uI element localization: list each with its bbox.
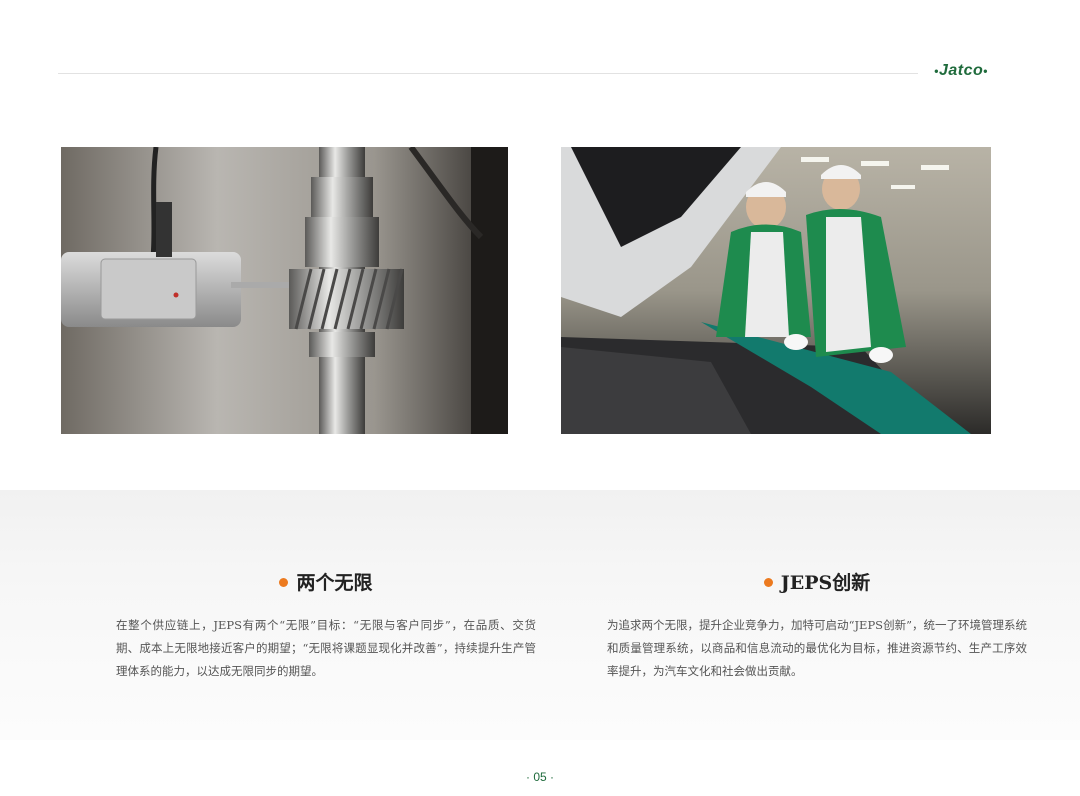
engineers-illustration	[561, 147, 991, 434]
page-number: · 05 ·	[525, 770, 555, 784]
section-two-infinities: 两个无限 在整个供应链上，JEPS有两个“无限”目标：“无限与客户同步”，在品质…	[116, 570, 536, 683]
section-body: 为追求两个无限，提升企业竞争力，加特可启动“JEPS创新”，统一了环境管理系统和…	[607, 618, 1027, 678]
gear-inspection-illustration	[61, 147, 508, 434]
section-body: 在整个供应链上，JEPS有两个“无限”目标：“无限与客户同步”，在品质、交货期、…	[116, 618, 536, 678]
section-title: JEPS创新	[607, 570, 1027, 596]
orange-bullet-icon	[763, 577, 773, 587]
section-jeps-innovation: JEPS创新 为追求两个无限，提升企业竞争力，加特可启动“JEPS创新”，统一了…	[607, 570, 1027, 683]
photo-gear-inspection	[61, 147, 508, 434]
header-divider	[58, 73, 918, 74]
orange-bullet-icon	[279, 577, 289, 587]
section-title: 两个无限	[116, 570, 536, 596]
brand-logo: •Jatco•	[934, 62, 988, 79]
photo-engineers	[561, 147, 991, 434]
